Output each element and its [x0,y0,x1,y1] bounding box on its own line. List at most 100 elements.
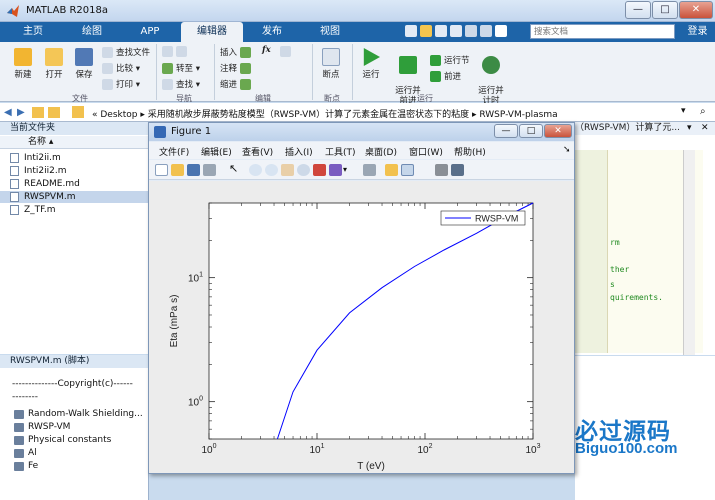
open-icon[interactable] [420,25,432,37]
forward-icon[interactable]: ▶ [17,107,25,118]
rotate-icon[interactable] [297,164,310,176]
outline-item[interactable]: RWSP-VM [14,422,70,432]
comment-button[interactable]: 注释 [220,62,254,74]
print-icon[interactable] [203,164,216,176]
data-cursor-icon[interactable] [313,164,326,176]
new-figure-icon[interactable] [155,164,168,176]
nav-prev-button[interactable] [162,46,190,57]
y-tick-label: 101 [188,272,203,285]
print-button[interactable]: 打印 ▾ [102,78,140,90]
code-line: ther [610,265,630,274]
section-icon [14,410,24,419]
close-button[interactable]: ✕ [679,1,713,19]
show-tools-icon[interactable] [451,164,464,176]
chevron-down-icon[interactable]: ▾ [681,106,686,116]
hide-tools-icon[interactable] [435,164,448,176]
pan-icon[interactable] [281,164,294,176]
figure-close-button[interactable]: ✕ [544,124,572,138]
fx-button[interactable]: fx [262,45,271,55]
redo-icon[interactable] [480,25,492,37]
cut-icon[interactable] [435,25,447,37]
up-folder-icon[interactable] [32,107,44,118]
run-time-button[interactable]: 运行并 计时 [474,46,508,106]
edit-extra-button[interactable] [280,46,294,57]
figure-toolbar: ↖ ▾ [149,160,574,180]
brush-icon[interactable] [329,164,342,176]
file-row[interactable]: README.md [0,178,149,190]
breakpoints-button[interactable]: 断点 [316,48,346,80]
pointer-icon[interactable]: ↖ [229,162,242,175]
login-button[interactable]: 登录 [680,22,715,42]
menu-window[interactable]: 窗口(W) [409,145,443,158]
outline-item[interactable]: Random-Walk Shielding... [14,409,143,419]
advance-button[interactable]: 前进 [430,70,461,82]
zoom-out-icon[interactable] [265,164,278,176]
menu-help[interactable]: 帮助(H) [454,145,486,158]
open-icon[interactable] [171,164,184,176]
link-plot-icon[interactable] [363,164,376,176]
minimize-button[interactable]: — [625,1,651,19]
code-line: s [610,280,615,289]
outline-item[interactable]: Al [14,448,37,458]
search-input[interactable]: 搜索文档 [530,24,675,39]
compare-button[interactable]: 比较 ▾ [102,62,140,74]
tab-publish[interactable]: 发布 [246,22,298,42]
run-section-button[interactable]: 运行节 [430,54,470,66]
colorbar-icon[interactable] [385,164,398,176]
menu-file[interactable]: 文件(F) [159,145,189,158]
file-row[interactable]: Inti2ii.m [0,152,149,164]
figure-canvas[interactable]: 100 101 102 103 100 101 T (eV) Eta (mPa s) RW… [149,181,574,473]
save-icon[interactable] [187,164,200,176]
editor-scrollbar[interactable] [683,150,695,355]
browse-folder-icon[interactable] [48,107,60,118]
search-icon[interactable]: ⌕ [700,106,706,117]
menu-tools[interactable]: 工具(T) [325,145,356,158]
legend[interactable]: RWSP-VM [440,210,526,226]
play-icon [363,48,380,66]
save-button[interactable]: 保存 [70,48,98,80]
goto-button[interactable]: 转至 ▾ [162,62,200,74]
close-icon[interactable]: ✕ [701,123,709,133]
column-header-name[interactable]: 名称 ▴ [0,136,149,149]
menu-view[interactable]: 查看(V) [242,145,273,158]
menu-edit[interactable]: 编辑(E) [201,145,232,158]
folder-icon [45,48,63,66]
menu-insert[interactable]: 插入(I) [285,145,313,158]
menu-desktop[interactable]: 桌面(D) [365,145,397,158]
new-button[interactable]: 新建 [8,48,38,80]
chevron-down-icon[interactable]: ▾ [343,165,356,177]
insert-button[interactable]: 插入 [220,46,254,58]
tab-editor[interactable]: 编辑器 [181,22,243,42]
help-icon[interactable] [495,25,507,37]
figure-menu-bar: 文件(F) 编辑(E) 查看(V) 插入(I) 工具(T) 桌面(D) 窗口(W… [149,142,574,159]
run-button[interactable]: 运行 [356,48,386,80]
section-icon [14,436,24,445]
dropdown-icon[interactable]: ▾ [687,123,692,133]
file-row[interactable]: Z_TF.m [0,204,149,216]
zoom-in-icon[interactable] [249,164,262,176]
tab-apps[interactable]: APP [124,22,176,42]
copy-icon[interactable] [450,25,462,37]
tab-home[interactable]: 主页 [10,22,56,42]
figure-maximize-button[interactable]: □ [519,124,543,138]
file-row-selected[interactable]: RWSPVM.m [0,191,149,203]
save-icon[interactable] [405,25,417,37]
find-button[interactable]: 查找 ▾ [162,78,200,90]
print-icon [102,79,113,90]
indent-button[interactable]: 缩进 [220,78,254,90]
maximize-button[interactable]: □ [652,1,678,19]
dock-arrow-icon[interactable]: ➘ [563,145,571,155]
tab-plots[interactable]: 绘图 [66,22,118,42]
file-row[interactable]: Inti2ii2.m [0,165,149,177]
outline-item[interactable]: Fe [14,461,38,471]
undo-icon[interactable] [465,25,477,37]
back-icon[interactable]: ◀ [4,107,12,118]
current-path[interactable]: « Desktop ▸ 采用随机敞步屏蔽势粘度模型（RWSP-VM）计算了元素金… [92,107,558,120]
figure-minimize-button[interactable]: — [494,124,518,138]
outline-item[interactable]: Physical constants [14,435,111,445]
tab-view[interactable]: 视图 [304,22,356,42]
find-files-button[interactable]: 查找文件 [102,46,150,58]
open-button[interactable]: 打开 [40,48,68,80]
figure-title: Figure 1 [171,126,212,137]
legend-icon[interactable] [401,164,414,176]
